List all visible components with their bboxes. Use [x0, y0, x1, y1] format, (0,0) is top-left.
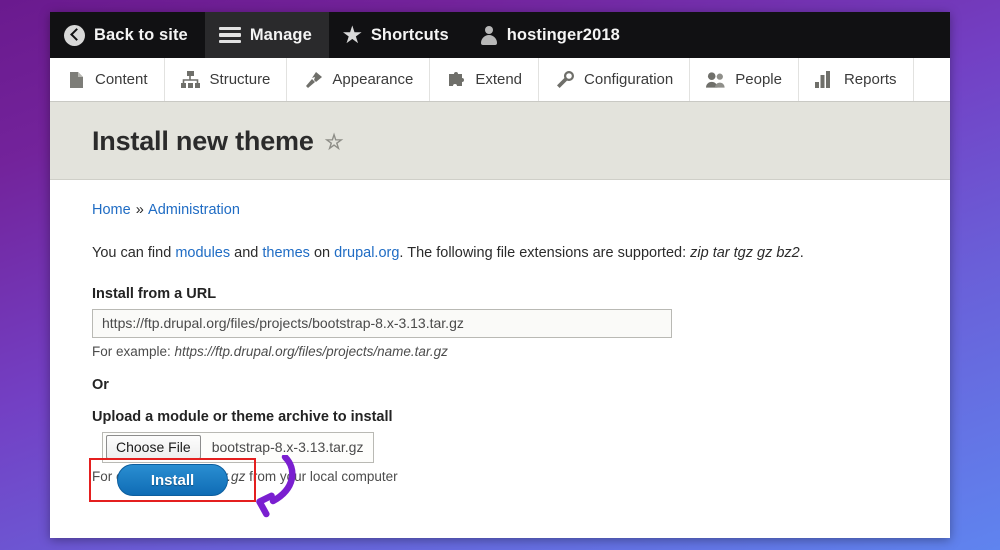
- upload-help-suffix: from your local computer: [245, 468, 398, 484]
- admin-menu-item-extend[interactable]: Extend: [430, 58, 540, 101]
- admin-menu-item-structure[interactable]: Structure: [165, 58, 288, 101]
- toolbar-item-label: Manage: [249, 25, 312, 44]
- intro-period: .: [799, 245, 804, 261]
- screenshot-canvas: Back to site Manage ★ Shortcuts hostinge…: [0, 0, 1000, 550]
- bar-chart-icon: [815, 70, 835, 90]
- admin-menu-item-label: Reports: [843, 71, 897, 88]
- or-separator-label: Or: [92, 376, 109, 393]
- admin-menu-item-content[interactable]: Content: [50, 58, 165, 101]
- admin-menu-item-label: People: [735, 71, 782, 88]
- admin-menu-item-reports[interactable]: Reports: [799, 58, 914, 101]
- star-outline-icon[interactable]: ☆: [325, 132, 344, 153]
- admin-menu-item-configuration[interactable]: Configuration: [539, 58, 691, 101]
- page-header-band: Install new theme ☆: [50, 102, 950, 180]
- admin-menu-bar: Content Structure Appearance Extend Conf…: [50, 58, 950, 102]
- toolbar-item-shortcuts[interactable]: ★ Shortcuts: [329, 12, 466, 58]
- toolbar-item-label: Shortcuts: [370, 25, 449, 44]
- admin-menu-item-appearance[interactable]: Appearance: [287, 58, 431, 101]
- toolbar-item-manage[interactable]: Manage: [204, 12, 329, 58]
- admin-menu-item-label: Content: [95, 71, 148, 88]
- install-button[interactable]: Install: [117, 464, 228, 496]
- intro-text-4: . The following file extensions are supp…: [399, 245, 691, 261]
- intro-text-3: on: [309, 245, 335, 261]
- intro-paragraph: You can find modules and themes on drupa…: [92, 244, 908, 263]
- star-icon: ★: [342, 23, 362, 47]
- drupal-org-link[interactable]: drupal.org: [334, 245, 399, 261]
- install-button-highlight: Install: [89, 458, 256, 502]
- browser-page-card: Back to site Manage ★ Shortcuts hostinge…: [50, 12, 950, 538]
- main-content: Home » Administration You can find modul…: [50, 180, 950, 484]
- toolbar-item-label: hostinger2018: [506, 25, 620, 44]
- toolbar-item-user-account[interactable]: hostinger2018: [466, 12, 637, 58]
- puzzle-piece-icon: [446, 70, 466, 90]
- wrench-icon: [555, 70, 575, 90]
- document-icon: [66, 70, 86, 90]
- intro-text-2: and: [230, 245, 263, 261]
- supported-extensions: zip tar tgz gz bz2: [690, 245, 800, 261]
- drupal-admin-toolbar: Back to site Manage ★ Shortcuts hostinge…: [50, 12, 950, 58]
- choose-file-button[interactable]: Choose File: [106, 435, 201, 460]
- breadcrumb-administration-link[interactable]: Administration: [148, 202, 240, 218]
- page-title: Install new theme ☆: [92, 126, 950, 157]
- url-help-example: https://ftp.drupal.org/files/projects/na…: [174, 343, 448, 359]
- toolbar-item-label: Back to site: [94, 25, 188, 44]
- upload-field-label: Upload a module or theme archive to inst…: [92, 408, 393, 425]
- admin-menu-item-people[interactable]: People: [690, 58, 799, 101]
- admin-menu-item-label: Configuration: [584, 71, 674, 88]
- back-arrow-icon: [64, 24, 85, 46]
- admin-menu-item-label: Appearance: [332, 71, 414, 88]
- breadcrumb-home-link[interactable]: Home: [92, 202, 131, 218]
- modules-link[interactable]: modules: [175, 245, 230, 261]
- sitemap-icon: [181, 70, 201, 90]
- hamburger-menu-icon: [218, 27, 241, 43]
- url-field-help: For example: https://ftp.drupal.org/file…: [92, 344, 908, 359]
- admin-menu-item-label: Structure: [209, 71, 271, 88]
- url-input[interactable]: https://ftp.drupal.org/files/projects/bo…: [92, 308, 672, 338]
- paintbrush-icon: [303, 70, 323, 90]
- selected-filename: bootstrap-8.x-3.13.tar.gz: [211, 439, 364, 456]
- user-account-icon: [480, 25, 498, 45]
- intro-text-1: You can find: [92, 245, 176, 261]
- url-field-label: Install from a URL: [92, 285, 217, 302]
- toolbar-item-back-to-site[interactable]: Back to site: [50, 12, 205, 58]
- breadcrumb-separator: »: [135, 202, 144, 218]
- people-icon: [706, 70, 726, 90]
- admin-menu-item-label: Extend: [475, 71, 523, 88]
- url-help-prefix: For example:: [92, 343, 175, 359]
- themes-link[interactable]: themes: [262, 245, 310, 261]
- page-title-text: Install new theme: [92, 126, 314, 156]
- breadcrumb: Home » Administration: [92, 202, 908, 218]
